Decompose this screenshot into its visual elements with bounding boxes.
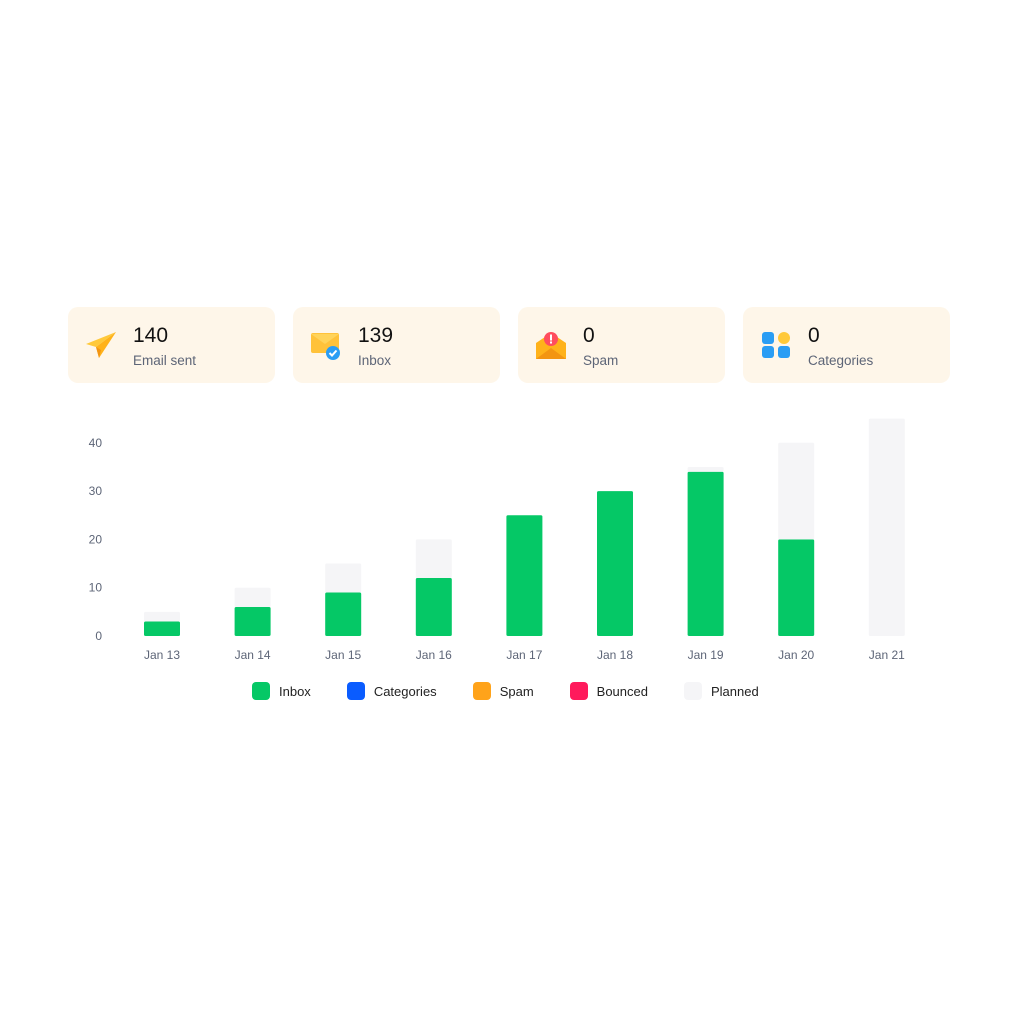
stacked-bar-chart: 0 10 20 30 40 Jan 13 Jan 14 Jan 15 Jan 16 Jan 17 J… xyxy=(89,418,905,662)
stat-label: Spam xyxy=(583,353,619,368)
stat-card-inbox: 139 Inbox xyxy=(293,307,500,383)
x-tick-label: Jan 14 xyxy=(235,648,271,662)
bar-planned[interactable] xyxy=(415,539,452,579)
bar-planned[interactable] xyxy=(234,587,271,608)
bar-planned[interactable] xyxy=(144,611,180,622)
stat-card-categories: 0 Categories xyxy=(743,307,950,383)
stats-cards: 140 Email sent 139 Inbox 0 Spam 0 Catego… xyxy=(68,307,950,383)
stat-card-email-sent: 140 Email sent xyxy=(68,307,275,383)
stat-value: 0 xyxy=(808,324,820,347)
bar-inbox[interactable] xyxy=(506,515,543,636)
chart-legend: Inbox Categories Spam Bounced Planned xyxy=(252,682,795,700)
x-tick-label: Jan 21 xyxy=(869,648,905,662)
legend-item-categories[interactable]: Categories xyxy=(346,682,437,700)
stat-label: Email sent xyxy=(133,353,197,368)
legend-item-planned[interactable]: Planned xyxy=(683,682,759,700)
grid-categories-icon xyxy=(762,332,790,358)
legend-swatch xyxy=(569,682,588,700)
x-tick-label: Jan 15 xyxy=(325,648,361,662)
bar-inbox[interactable] xyxy=(234,607,271,636)
paper-plane-icon xyxy=(86,332,116,358)
y-tick-label: 30 xyxy=(89,484,103,498)
envelope-check-icon xyxy=(311,333,340,360)
legend-swatch xyxy=(252,682,270,700)
bar-inbox[interactable] xyxy=(597,491,633,636)
x-tick-label: Jan 13 xyxy=(144,648,180,662)
x-tick-label: Jan 20 xyxy=(778,648,814,662)
bar-planned[interactable] xyxy=(778,442,815,540)
bar-planned[interactable] xyxy=(325,563,362,593)
x-tick-label: Jan 19 xyxy=(688,648,724,662)
bar-inbox[interactable] xyxy=(687,471,724,636)
bar-inbox[interactable] xyxy=(325,592,362,636)
legend-swatch xyxy=(346,682,365,700)
bar-inbox[interactable] xyxy=(778,539,815,636)
stat-label: Inbox xyxy=(358,353,392,368)
stat-value: 0 xyxy=(583,324,595,347)
legend-item-bounced[interactable]: Bounced xyxy=(569,682,648,700)
stat-value: 140 xyxy=(133,324,169,347)
x-tick-label: Jan 16 xyxy=(416,648,452,662)
stat-value: 139 xyxy=(358,324,394,347)
y-tick-label: 40 xyxy=(89,436,103,450)
envelope-alert-icon xyxy=(536,332,566,359)
x-tick-label: Jan 18 xyxy=(597,648,633,662)
x-tick-label: Jan 17 xyxy=(506,648,542,662)
bar-planned[interactable] xyxy=(687,466,724,472)
bar-planned[interactable] xyxy=(868,418,905,636)
stat-label: Categories xyxy=(808,353,874,368)
legend-swatch xyxy=(683,682,702,700)
bar-inbox[interactable] xyxy=(144,621,180,636)
bar-inbox[interactable] xyxy=(415,578,452,636)
legend-swatch xyxy=(472,682,491,700)
stat-card-spam: 0 Spam xyxy=(518,307,725,383)
y-tick-label: 10 xyxy=(89,581,103,595)
legend-item-inbox[interactable]: Inbox xyxy=(252,682,311,700)
y-tick-label: 20 xyxy=(89,532,103,546)
legend-item-spam[interactable]: Spam xyxy=(472,682,534,700)
y-tick-label: 0 xyxy=(95,629,102,643)
